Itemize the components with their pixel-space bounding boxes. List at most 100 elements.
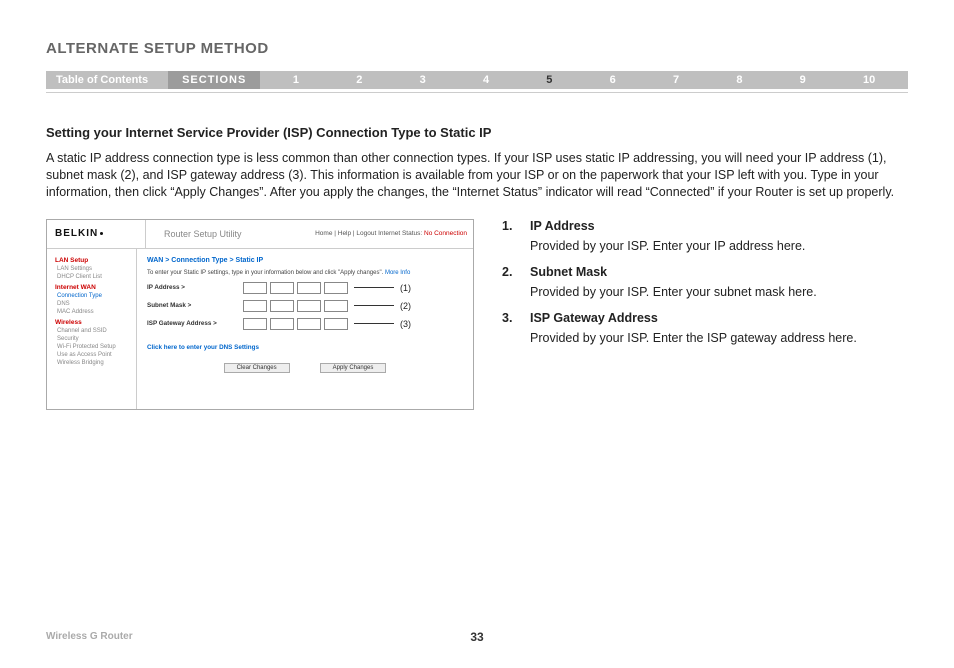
callout-1: (1): [400, 283, 411, 293]
footer: Wireless G Router 33: [46, 631, 908, 642]
sb-lan-setup[interactable]: LAN Setup: [55, 257, 130, 264]
subnet-mask-label: Subnet Mask >: [147, 302, 243, 309]
list-item: 1. IP Address Provided by your ISP. Ente…: [502, 219, 908, 253]
page-title: ALTERNATE SETUP METHOD: [46, 40, 908, 57]
nav-section-8[interactable]: 8: [736, 74, 742, 86]
list-number: 2.: [502, 265, 530, 299]
instruction-text: To enter your Static IP settings, type i…: [147, 270, 463, 276]
brand-cell: BELKIN: [47, 220, 146, 248]
router-sidebar: LAN Setup LAN Settings DHCP Client List …: [47, 249, 137, 409]
dns-settings-link[interactable]: Click here to enter your DNS Settings: [147, 344, 259, 351]
ip-address-row: IP Address > (1): [147, 282, 463, 294]
list-heading: Subnet Mask: [530, 265, 908, 279]
button-row: Clear Changes Apply Changes: [147, 363, 463, 373]
gateway-label: ISP Gateway Address >: [147, 320, 243, 327]
sb-mac-address[interactable]: MAC Address: [55, 309, 130, 315]
sb-dhcp-client-list[interactable]: DHCP Client List: [55, 274, 130, 280]
list-heading: IP Address: [530, 219, 908, 233]
sb-lan-settings[interactable]: LAN Settings: [55, 266, 130, 272]
nav-section-9[interactable]: 9: [800, 74, 806, 86]
description-column: 1. IP Address Provided by your ISP. Ente…: [502, 219, 908, 410]
internet-status-value: No Connection: [424, 230, 467, 237]
ip-box[interactable]: [324, 282, 348, 294]
footer-page-number: 33: [470, 630, 483, 644]
ip-box[interactable]: [324, 300, 348, 312]
list-body: ISP Gateway Address Provided by your ISP…: [530, 311, 908, 345]
nav-toc[interactable]: Table of Contents: [46, 74, 168, 86]
brand-dot-icon: [100, 232, 103, 235]
instruct-text: To enter your Static IP settings, type i…: [147, 270, 383, 276]
nav-section-1[interactable]: 1: [293, 74, 299, 86]
nav-section-7[interactable]: 7: [673, 74, 679, 86]
list-desc: Provided by your ISP. Enter your IP addr…: [530, 239, 908, 253]
ip-box[interactable]: [243, 300, 267, 312]
clear-changes-button[interactable]: Clear Changes: [224, 363, 290, 373]
sb-dns[interactable]: DNS: [55, 301, 130, 307]
section-heading: Setting your Internet Service Provider (…: [46, 125, 908, 140]
nav-numbers: 1 2 3 4 5 6 7 8 9 10: [260, 74, 908, 86]
subnet-mask-row: Subnet Mask > (2): [147, 300, 463, 312]
sb-channel-ssid[interactable]: Channel and SSID: [55, 328, 130, 334]
breadcrumb: WAN > Connection Type > Static IP: [147, 257, 463, 264]
ip-box[interactable]: [297, 318, 321, 330]
nav-section-6[interactable]: 6: [610, 74, 616, 86]
list-body: Subnet Mask Provided by your ISP. Enter …: [530, 265, 908, 299]
ip-box[interactable]: [270, 282, 294, 294]
more-info-link[interactable]: More Info: [385, 270, 410, 276]
callout-line: [354, 287, 394, 288]
router-main: WAN > Connection Type > Static IP To ent…: [137, 249, 473, 409]
ip-address-label: IP Address >: [147, 284, 243, 291]
sb-use-ap[interactable]: Use as Access Point: [55, 352, 130, 358]
router-header-links: Home | Help | Logout Internet Status: No…: [315, 230, 473, 237]
gateway-row: ISP Gateway Address > (3): [147, 318, 463, 330]
nav-section-10[interactable]: 10: [863, 74, 875, 86]
list-number: 1.: [502, 219, 530, 253]
list-body: IP Address Provided by your ISP. Enter y…: [530, 219, 908, 253]
ip-box[interactable]: [243, 282, 267, 294]
ip-address-boxes: [243, 282, 348, 294]
list-desc: Provided by your ISP. Enter the ISP gate…: [530, 331, 908, 345]
nav-section-2[interactable]: 2: [356, 74, 362, 86]
header-links-text[interactable]: Home | Help | Logout Internet Status:: [315, 230, 422, 237]
screenshot-column: BELKIN Router Setup Utility Home | Help …: [46, 219, 472, 410]
sb-internet-wan[interactable]: Internet WAN: [55, 284, 130, 291]
nav-section-3[interactable]: 3: [420, 74, 426, 86]
content-row: BELKIN Router Setup Utility Home | Help …: [46, 219, 908, 410]
divider: [46, 92, 908, 93]
sb-security[interactable]: Security: [55, 336, 130, 342]
ip-box[interactable]: [270, 318, 294, 330]
nav-section-4[interactable]: 4: [483, 74, 489, 86]
router-body: LAN Setup LAN Settings DHCP Client List …: [47, 249, 473, 409]
nav-sections-label: SECTIONS: [168, 71, 260, 89]
section-nav: Table of Contents SECTIONS 1 2 3 4 5 6 7…: [46, 71, 908, 89]
list-number: 3.: [502, 311, 530, 345]
router-title: Router Setup Utility: [146, 229, 315, 239]
gateway-boxes: [243, 318, 348, 330]
list-heading: ISP Gateway Address: [530, 311, 908, 325]
brand-logo: BELKIN: [55, 228, 98, 239]
body-text: A static IP address connection type is l…: [46, 150, 908, 201]
callout-line: [354, 323, 394, 324]
footer-product: Wireless G Router: [46, 631, 133, 642]
router-header: BELKIN Router Setup Utility Home | Help …: [47, 220, 473, 249]
ip-box[interactable]: [297, 300, 321, 312]
ip-box[interactable]: [297, 282, 321, 294]
apply-changes-button[interactable]: Apply Changes: [320, 363, 387, 373]
sb-wps[interactable]: Wi-Fi Protected Setup: [55, 344, 130, 350]
nav-section-5[interactable]: 5: [546, 74, 552, 86]
list-desc: Provided by your ISP. Enter your subnet …: [530, 285, 908, 299]
ip-box[interactable]: [270, 300, 294, 312]
subnet-boxes: [243, 300, 348, 312]
callout-3: (3): [400, 319, 411, 329]
list-item: 2. Subnet Mask Provided by your ISP. Ent…: [502, 265, 908, 299]
ip-box[interactable]: [243, 318, 267, 330]
ip-box[interactable]: [324, 318, 348, 330]
router-ui-screenshot: BELKIN Router Setup Utility Home | Help …: [46, 219, 474, 410]
callout-line: [354, 305, 394, 306]
callout-2: (2): [400, 301, 411, 311]
sb-bridging[interactable]: Wireless Bridging: [55, 360, 130, 366]
sb-wireless[interactable]: Wireless: [55, 319, 130, 326]
list-item: 3. ISP Gateway Address Provided by your …: [502, 311, 908, 345]
page: ALTERNATE SETUP METHOD Table of Contents…: [0, 0, 954, 668]
sb-connection-type[interactable]: Connection Type: [55, 293, 130, 299]
